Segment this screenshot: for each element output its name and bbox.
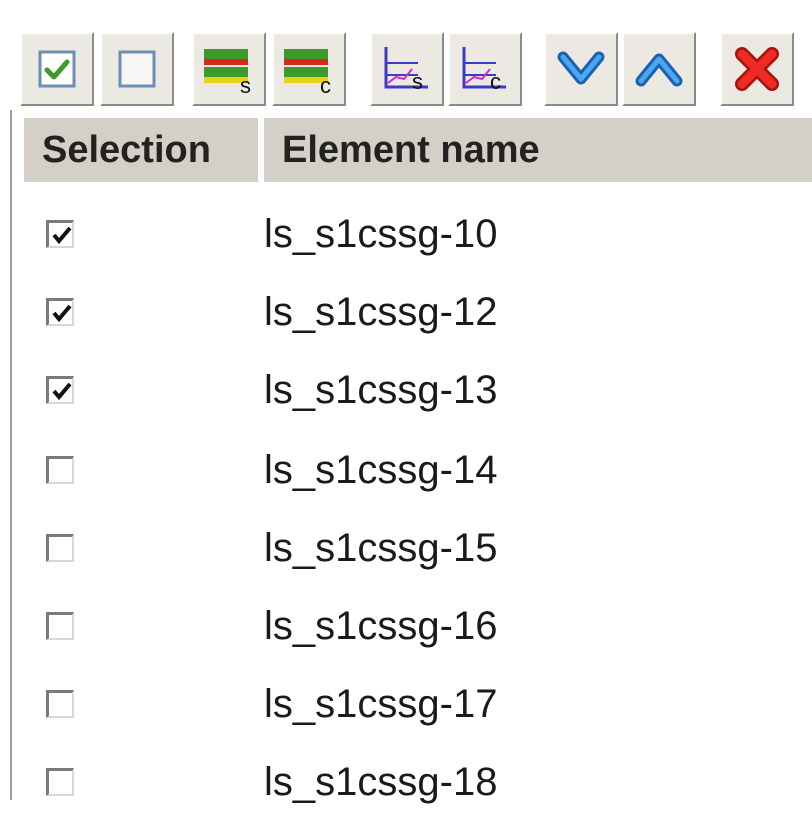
chart-s-button[interactable]: s: [370, 32, 444, 106]
move-down-button[interactable]: [544, 32, 618, 106]
deselect-all-checkbox-icon: [117, 49, 157, 89]
table-row: ls_s1cssg-10: [24, 196, 812, 274]
element-name-column-header[interactable]: Element name: [264, 118, 812, 182]
selection-checkbox[interactable]: [46, 376, 74, 404]
bar-c-icon: c: [280, 43, 338, 95]
element-name: ls_s1cssg-14: [264, 448, 498, 492]
element-name: ls_s1cssg-16: [264, 604, 498, 648]
selection-checkbox[interactable]: [46, 768, 74, 796]
element-name: ls_s1cssg-15: [264, 526, 498, 570]
selection-checkbox[interactable]: [46, 298, 74, 326]
checkmark-icon: [52, 304, 72, 323]
table-row: ls_s1cssg-18: [24, 744, 812, 822]
element-name: ls_s1cssg-12: [264, 290, 498, 334]
chevron-down-icon: [557, 47, 605, 91]
table-row: ls_s1cssg-16: [24, 588, 812, 666]
element-name: ls_s1cssg-10: [264, 212, 498, 256]
selection-checkbox[interactable]: [46, 690, 74, 718]
deselect-all-button[interactable]: [100, 32, 174, 106]
chevron-up-icon: [635, 47, 683, 91]
table-row: ls_s1cssg-13: [24, 352, 812, 430]
svg-text:s: s: [412, 69, 423, 94]
table-row: ls_s1cssg-17: [24, 666, 812, 744]
checkmark-icon: [52, 382, 72, 401]
chart-c-button[interactable]: c: [448, 32, 522, 106]
checkmark-icon: [52, 226, 72, 245]
move-up-button[interactable]: [622, 32, 696, 106]
element-name: ls_s1cssg-13: [264, 368, 498, 412]
bar-s-button[interactable]: s: [192, 32, 266, 106]
svg-text:c: c: [320, 73, 331, 95]
close-icon: [732, 44, 782, 94]
selection-checkbox[interactable]: [46, 220, 74, 248]
toolbar: s c s c: [20, 20, 812, 110]
select-all-button[interactable]: [20, 32, 94, 106]
selection-column-header[interactable]: Selection: [24, 118, 258, 182]
chart-c-icon: c: [456, 43, 514, 95]
selection-checkbox[interactable]: [46, 456, 74, 484]
bar-s-icon: s: [200, 43, 258, 95]
element-name: ls_s1cssg-18: [264, 760, 498, 804]
delete-button[interactable]: [720, 32, 794, 106]
chart-s-icon: s: [378, 43, 436, 95]
table-row: ls_s1cssg-12: [24, 274, 812, 352]
select-all-checkbox-icon: [37, 49, 77, 89]
bar-c-button[interactable]: c: [272, 32, 346, 106]
element-selection-panel: s c s c Selection Element name ls_s1cssg…: [0, 0, 812, 818]
selection-checkbox[interactable]: [46, 534, 74, 562]
panel-left-border: [10, 110, 12, 800]
svg-text:c: c: [490, 69, 501, 94]
table-header: Selection Element name: [24, 118, 812, 182]
svg-text:s: s: [240, 73, 251, 95]
selection-checkbox[interactable]: [46, 612, 74, 640]
table-row: ls_s1cssg-14: [24, 432, 812, 510]
table-row: ls_s1cssg-15: [24, 510, 812, 588]
element-name: ls_s1cssg-17: [264, 682, 498, 726]
